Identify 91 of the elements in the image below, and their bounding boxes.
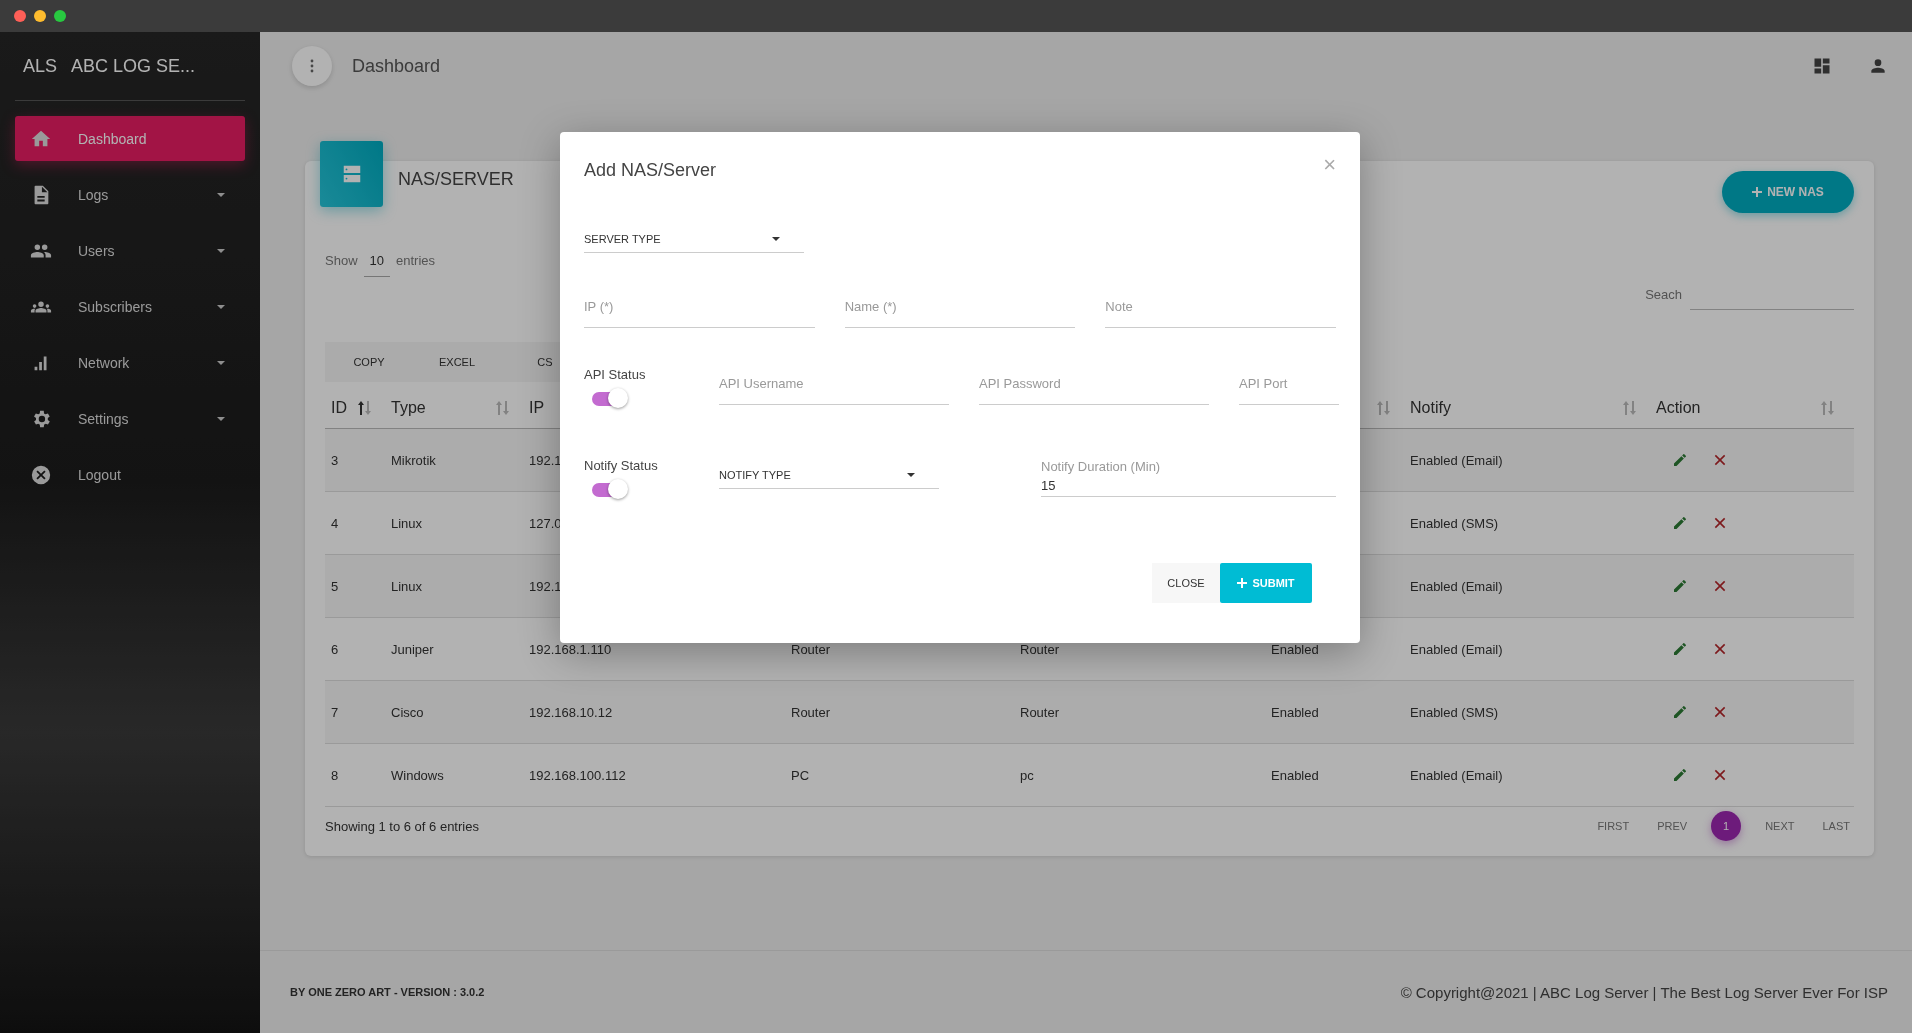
column-header[interactable]: Type [391,399,426,417]
sidebar-item[interactable]: Logs [15,172,245,217]
table-cell: Linux [391,515,423,531]
duration-label: Notify Duration (Min) [1041,459,1162,474]
notify-status-label: Notify Status [584,458,659,473]
caret-icon [907,473,915,477]
edit-pencil-icon[interactable] [1672,767,1688,783]
table-cell: Mikrotik [391,452,436,468]
table-cell: Windows [391,767,444,783]
pagination-link[interactable]: PREV [1653,820,1692,832]
user-icon[interactable] [1868,56,1888,76]
edit-pencil-icon[interactable] [1672,641,1688,657]
table-cell: PC [791,767,810,783]
plus-icon [1752,187,1763,197]
delete-x-icon[interactable] [1712,767,1728,783]
sidebar-item[interactable]: Network [15,340,245,385]
column-header[interactable]: IP [529,399,545,417]
table-cell: 192.168.1.110 [529,641,612,657]
pagination-link[interactable]: NEXT [1761,820,1799,832]
card-title: NAS/SERVER [398,168,514,190]
table-cell: 192.1 [529,578,562,594]
entries-info: Showing 1 to 6 of 6 entries [325,818,479,834]
page-title: Dashboard [352,55,441,77]
minimize-window-icon[interactable] [34,10,46,22]
edit-pencil-icon[interactable] [1672,452,1688,468]
edit-pencil-icon[interactable] [1672,515,1688,531]
delete-x-icon[interactable] [1712,704,1728,720]
table-cell: Enabled (Email) [1410,578,1503,594]
table-cell: Router [1020,641,1060,657]
plus-icon [1237,578,1248,588]
close-dialog-button[interactable]: CLOSE [1152,563,1220,603]
logo-text: ALS [23,55,58,77]
table-cell: Enabled [1271,641,1319,657]
table-cell: 5 [331,578,339,594]
delete-x-icon[interactable] [1712,641,1728,657]
table-cell: Enabled [1271,704,1319,720]
table-cell: 7 [331,704,339,720]
app-name: ABC LOG SE... [71,55,196,77]
table-cell: Enabled (SMS) [1410,515,1499,531]
sidebar-item[interactable]: Logout [15,452,245,497]
sidebar-item[interactable]: Subscribers [15,284,245,329]
delete-x-icon[interactable] [1712,452,1728,468]
column-header[interactable]: ID [331,399,347,417]
notify-type-select[interactable]: NOTIFY TYPE [719,469,939,489]
page-button[interactable]: 1 [1711,811,1742,841]
table-cell: Cisco [391,704,424,720]
edit-pencil-icon[interactable] [1672,704,1688,720]
sidebar-item[interactable]: Dashboard [15,116,245,161]
table-cell: 8 [331,767,339,783]
table-cell: Enabled (Email) [1410,452,1503,468]
show-label: Show [325,253,358,268]
table-cell: 192.168.10.12 [529,704,613,720]
table-cell: Enabled (SMS) [1410,704,1499,720]
edit-pencil-icon[interactable] [1672,578,1688,594]
table-cell: Router [1020,704,1060,720]
delete-x-icon[interactable] [1712,515,1728,531]
export-button[interactable]: COPY [325,342,413,382]
pagination-link[interactable]: FIRST [1593,820,1634,832]
grid-icon[interactable] [1812,56,1832,76]
table-cell: Enabled [1271,767,1319,783]
table-cell: 192.1 [529,452,562,468]
table-cell: Juniper [391,641,434,657]
table-cell: Enabled (Email) [1410,767,1503,783]
maximize-window-icon[interactable] [54,10,66,22]
entries-label: entries [396,253,436,268]
version-text: BY ONE ZERO ART - VERSION : 3.0.2 [290,986,485,998]
table-cell: 192.168.100.112 [529,767,626,783]
close-window-icon[interactable] [14,10,26,22]
column-header[interactable]: Action [1656,399,1701,417]
search-label: Seach [1645,287,1682,302]
table-cell: Router [791,704,831,720]
table-cell: Router [791,641,831,657]
table-cell: 3 [331,452,339,468]
vertical-dots-icon [310,59,314,73]
sidebar-item[interactable]: Users [15,228,245,273]
sort-arrows-icon[interactable] [357,400,373,416]
sidebar-item[interactable]: Settings [15,396,245,441]
table-cell: 6 [331,641,339,657]
export-button[interactable]: EXCEL [413,342,501,382]
entries-select[interactable]: 10 [363,253,390,277]
table-cell: 4 [331,515,339,531]
table-cell: pc [1020,767,1034,783]
dialog-title: Add NAS/Server [584,160,717,181]
copyright-text: © Copyright@2021 | ABC Log Server | The Best Log Server Ever For ISP [1400,983,1888,1001]
table-cell: Linux [391,578,423,594]
pagination-link[interactable]: LAST [1818,820,1854,832]
caret-icon [772,237,780,241]
column-header[interactable]: Notify [1410,399,1451,417]
table-cell: Enabled (Email) [1410,641,1503,657]
delete-x-icon[interactable] [1712,578,1728,594]
server-type-select[interactable]: SERVER TYPE [584,233,804,253]
